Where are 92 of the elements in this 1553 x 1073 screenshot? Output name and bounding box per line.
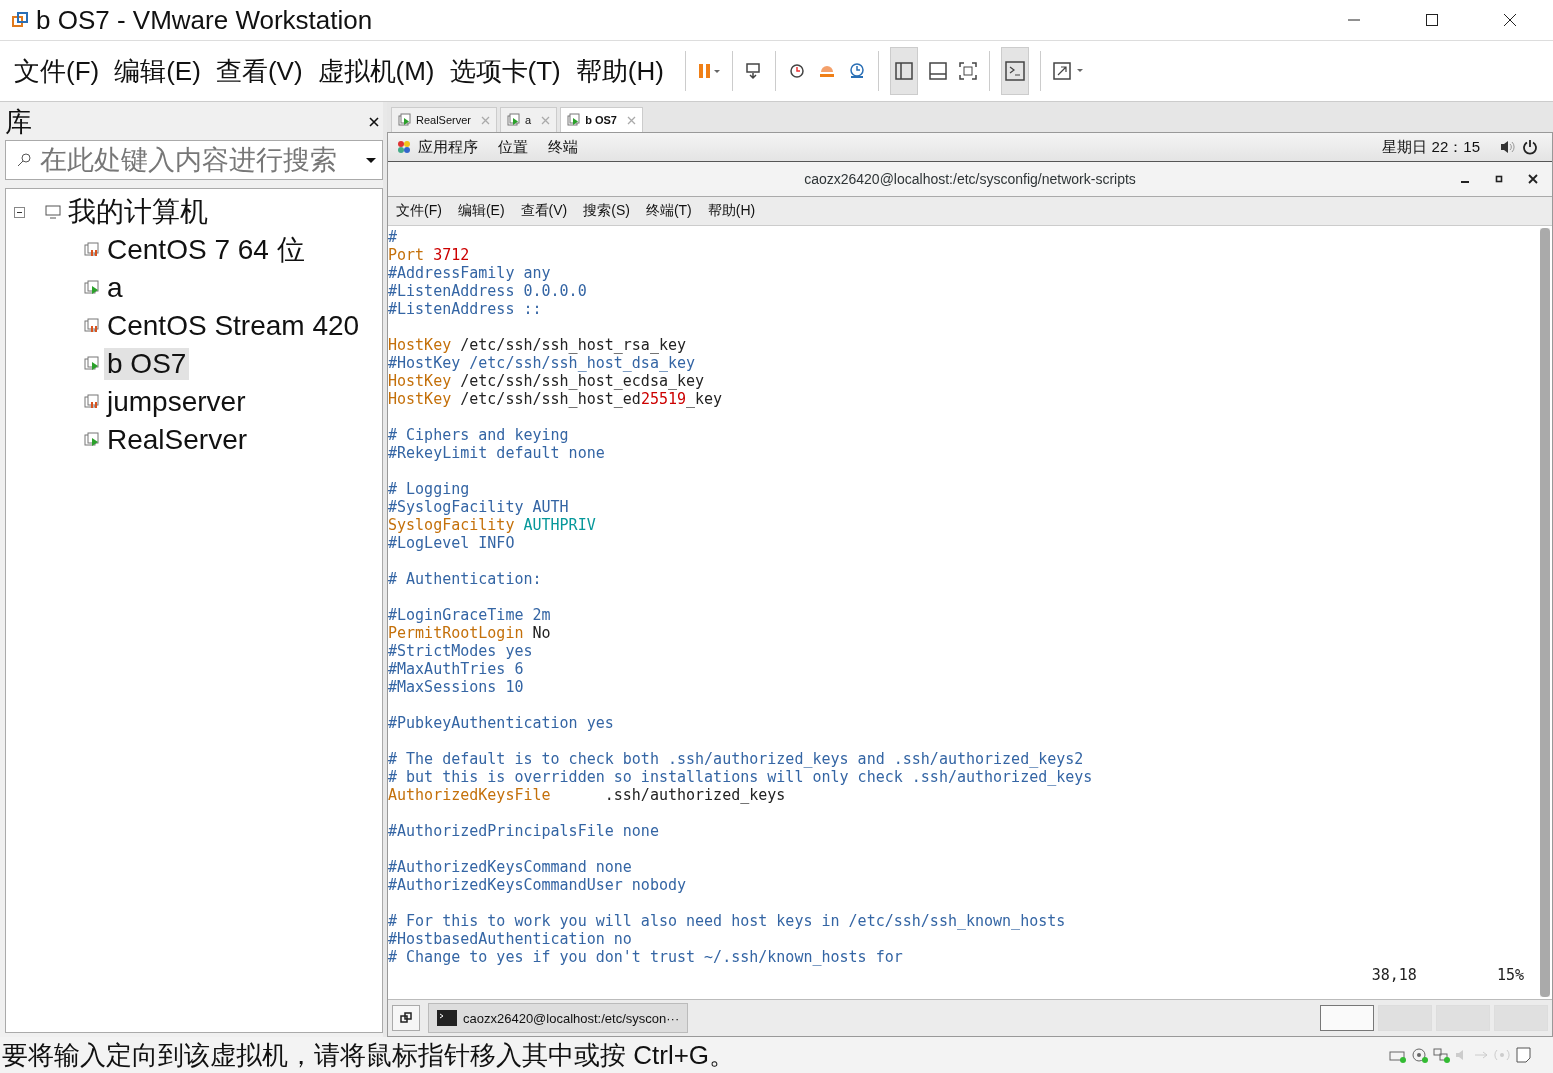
code-line: # [388,228,398,246]
code-line: #MaxAuthTries 6 [388,660,524,678]
network-icon[interactable] [1433,1047,1451,1063]
panel-menu[interactable]: 终端 [548,137,578,157]
fullscreen-icon[interactable] [957,61,978,81]
code-line: # Logging [388,480,470,498]
running-vm-icon [398,113,412,127]
scroll-percent: 15% [1496,966,1524,984]
maximize-icon[interactable] [1425,13,1439,27]
code-line: #PubkeyAuthentication yes [388,714,614,732]
code-line: # Change to yes if you don't trust ~/.ssh/known_hosts for [388,948,903,966]
menu-item[interactable]: 搜索(S) [583,202,630,220]
gnome-foot-icon[interactable] [396,139,412,155]
code-line: #HostKey /etc/ssh/ssh_host_dsa_key [388,354,696,372]
code-line: #AuthorizedKeysCommandUser nobody [388,876,686,894]
sidebar-view-icon[interactable] [889,47,918,95]
code-line: HostKey /etc/ssh/ssh_host_ecdsa_key [388,372,705,390]
vm-item[interactable]: CentOS 7 64 位 [104,231,308,269]
scrollbar[interactable] [1540,228,1550,997]
code-line: #HostbasedAuthentication no [388,930,632,948]
console-view-icon[interactable] [927,61,948,81]
vm-tab[interactable]: RealServer [391,107,498,132]
code-line: # The default is to check both .ssh/authorized_keys and .ssh/authorized_keys2 [388,750,1084,768]
terminal-icon[interactable] [1000,47,1029,95]
status-message: 要将输入定向到该虚拟机，请将鼠标指针移入其中或按 Ctrl+G。 [1,1038,736,1072]
menu-item[interactable]: 查看(V) [520,202,568,220]
vm-item[interactable]: jumpserver [104,386,249,418]
vm-item[interactable]: CentOS Stream 420 [104,310,363,342]
code-line: #AddressFamily any [388,264,551,282]
code-line: #AuthorizedKeysCommand none [388,858,632,876]
menu-item[interactable]: 帮助(H) [575,53,664,89]
computer-icon [45,205,61,219]
menu-item[interactable]: 编辑(E) [457,202,505,220]
code-line: # Ciphers and keying [388,426,569,444]
vm-item[interactable]: b OS7 [104,348,190,380]
message-icon[interactable] [1515,1047,1533,1063]
menu-item[interactable]: 文件(F) [396,202,442,220]
code-line: # but this is overridden so installations will only check .ssh/authorized_keys [388,768,1093,786]
code-line: #SyslogFacility AUTH [388,498,569,516]
menu-item[interactable]: 文件(F) [14,53,100,89]
code-line: #AuthorizedPrincipalsFile none [388,822,659,840]
terminal-icon [437,1010,457,1026]
cd-icon[interactable] [1411,1047,1429,1063]
collapse-icon[interactable] [14,206,25,218]
vm-tab[interactable]: b OS7 [560,107,643,132]
code-line: #MaxSessions 10 [388,678,524,696]
code-line: Port 3712 [388,246,470,264]
code-line: # Authentication: [388,570,542,588]
code-line: AuthorizedKeysFile .ssh/authorized_keys [388,786,786,804]
close-icon[interactable] [1503,13,1517,27]
code-line: #RekeyLimit default none [388,444,605,462]
tree-item[interactable]: 我的计算机 [65,193,211,231]
code-line: #LoginGraceTime 2m [388,606,551,624]
vm-item[interactable]: a [104,272,126,304]
code-line: SyslogFacility AUTHPRIV [388,516,596,534]
maximize-icon[interactable] [1494,174,1504,184]
code-line: PermitRootLogin No [388,624,551,642]
menu-item[interactable]: 编辑(E) [114,53,201,89]
panel-menu[interactable]: 应用程序 [418,137,478,157]
code-line: #ListenAddress 0.0.0.0 [388,282,587,300]
search-icon [16,152,32,168]
cursor-position: 38,18 [1371,966,1417,984]
power-icon[interactable] [1522,139,1538,155]
code-line: # For this to work you will also need host keys in /etc/ssh/ssh_known_hosts [388,912,1066,930]
vm-tab[interactable]: a [500,107,558,132]
code-line: #StrictModes yes [388,642,533,660]
vm-item[interactable]: RealServer [104,424,251,456]
window-title: b OS7 - VMware Workstation [36,4,373,36]
menu-item[interactable]: 查看(V) [215,53,303,89]
workspace-switcher[interactable] [1320,1005,1374,1031]
panel-menu[interactable]: 位置 [498,137,528,157]
terminal-title: caozx26420@localhost:/etc/sysconfig/network-scripts [804,171,1136,187]
app-icon [12,12,28,28]
code-line: #ListenAddress :: [388,300,542,318]
dropdown-icon[interactable] [366,156,376,164]
close-icon[interactable] [1528,174,1538,184]
task-button[interactable]: caozx26420@localhost:/etc/syscon··· [428,1003,689,1033]
code-line: #LogLevel INFO [388,534,515,552]
show-desktop-icon[interactable] [392,1005,420,1031]
close-icon[interactable] [369,117,379,127]
menu-item[interactable]: 终端(T) [645,202,692,220]
volume-icon[interactable] [1500,139,1516,155]
library-title: 库 [5,106,32,139]
clock[interactable]: 星期日 22：15 [1382,137,1480,157]
menu-item[interactable]: 帮助(H) [707,202,756,220]
menu-item[interactable]: 虚拟机(M) [317,53,435,89]
code-line: HostKey /etc/ssh/ssh_host_ed25519_key [388,390,723,408]
running-vm-icon [507,113,522,127]
running-vm-icon [567,113,582,127]
menu-item[interactable]: 选项卡(T) [449,53,561,89]
search-field[interactable]: 在此处键入内容进行搜索 [5,140,383,180]
code-line: HostKey /etc/ssh/ssh_host_rsa_key [388,336,687,354]
